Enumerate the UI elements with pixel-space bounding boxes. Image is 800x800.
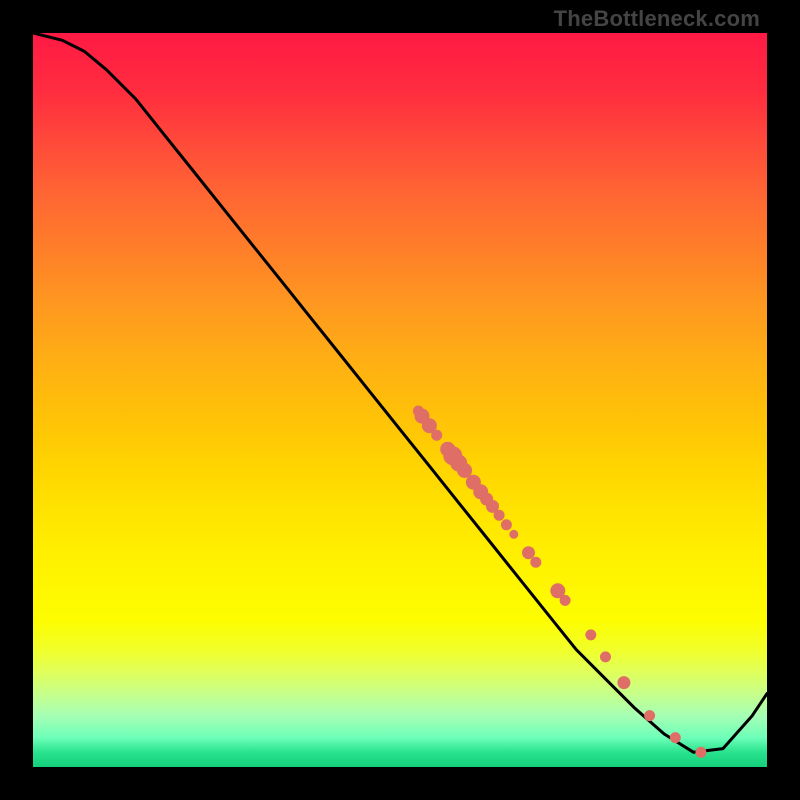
- marker-layer: [413, 406, 706, 757]
- data-marker: [432, 430, 442, 440]
- data-marker: [560, 595, 570, 605]
- chart-svg: [33, 33, 767, 767]
- data-marker: [531, 557, 541, 567]
- data-marker: [618, 677, 630, 689]
- plot-area: [33, 33, 767, 767]
- data-marker: [670, 733, 680, 743]
- data-marker: [458, 464, 472, 478]
- data-marker: [601, 652, 611, 662]
- data-marker: [645, 711, 655, 721]
- watermark-text: TheBottleneck.com: [554, 6, 760, 32]
- chart-frame: TheBottleneck.com: [0, 0, 800, 800]
- data-marker: [510, 530, 518, 538]
- data-marker: [501, 520, 511, 530]
- bottleneck-curve: [33, 33, 767, 752]
- data-marker: [696, 747, 706, 757]
- data-marker: [523, 547, 535, 559]
- data-marker: [494, 510, 504, 520]
- data-marker: [586, 630, 596, 640]
